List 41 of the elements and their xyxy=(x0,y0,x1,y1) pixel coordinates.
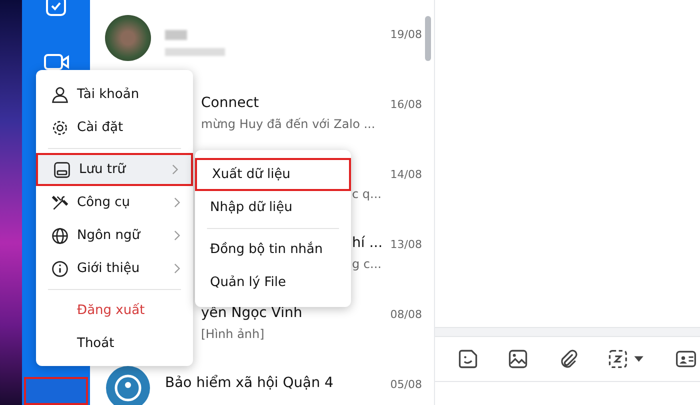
chat-date: 08/08 xyxy=(390,307,422,321)
settings-icon xyxy=(51,118,69,136)
chat-date: 14/08 xyxy=(390,167,422,181)
chat-title: Bảo hiểm xã hội Quận 4 xyxy=(165,375,334,393)
tools-icon xyxy=(51,194,69,212)
scrollbar-thumb[interactable] xyxy=(425,16,431,61)
person-icon xyxy=(51,86,69,104)
photo-placeholder xyxy=(105,15,151,61)
menu-item[interactable]: Công cụ xyxy=(36,186,193,219)
menu-item[interactable]: Đăng xuất xyxy=(36,294,193,327)
chat-title: yễn Ngọc Vinh xyxy=(201,305,302,323)
sticker-icon[interactable] xyxy=(457,348,479,370)
chat-preview: c q... xyxy=(352,187,382,201)
drive-icon xyxy=(53,160,71,178)
menu-item[interactable]: Lưu trữ xyxy=(36,153,193,186)
chat-date: 13/08 xyxy=(390,237,422,251)
menu-item[interactable]: Quản lý File xyxy=(195,266,351,299)
menu-item[interactable]: Thoát xyxy=(36,327,193,360)
info-icon xyxy=(51,260,69,278)
image-icon[interactable] xyxy=(507,348,529,370)
menu-item[interactable]: Nhập dữ liệu xyxy=(195,191,351,224)
chat-preview: [Hình ảnh] xyxy=(201,327,264,341)
chat-date: 05/08 xyxy=(390,377,422,391)
chat-title: hí ... xyxy=(352,235,383,253)
menu-item[interactable]: Ngôn ngữ xyxy=(36,219,193,252)
chat-preview: mừng Huy đã đến với Zalo ... xyxy=(201,117,376,131)
chat-title: Connect xyxy=(201,95,259,113)
chat-date: 16/08 xyxy=(390,97,422,111)
menu-item[interactable]: Cài đặt xyxy=(36,111,193,144)
menu-item[interactable]: Tài khoản xyxy=(36,78,193,111)
chat-date: 19/08 xyxy=(390,27,422,41)
menu-item[interactable]: Xuất dữ liệu xyxy=(195,158,351,191)
blurred-name xyxy=(165,30,187,40)
video-camera-icon[interactable] xyxy=(44,52,70,72)
blurred-preview xyxy=(165,48,225,56)
contact-card-icon[interactable] xyxy=(675,348,697,370)
globe-icon xyxy=(51,226,69,244)
checkbox-icon[interactable] xyxy=(44,0,68,18)
menu-item[interactable]: Giới thiệu xyxy=(36,252,193,285)
menu-item[interactable]: Đồng bộ tin nhắn xyxy=(195,233,351,266)
chat-preview: g c... xyxy=(352,257,382,271)
